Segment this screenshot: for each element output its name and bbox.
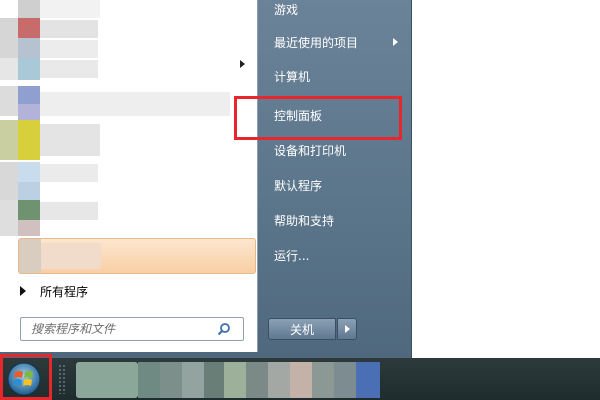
shutdown-button[interactable]: 关机 <box>268 318 336 340</box>
highlighted-program-item[interactable] <box>18 238 256 274</box>
shutdown-options-button[interactable] <box>337 318 357 340</box>
menu-item-label: 游戏 <box>274 2 299 17</box>
submenu-arrow-icon[interactable] <box>240 60 245 68</box>
pinned-programs-list[interactable] <box>0 0 258 278</box>
menu-item-label: 默认程序 <box>274 178 323 193</box>
menu-item-recent-items[interactable]: 最近使用的项目 <box>268 29 406 55</box>
start-menu: 所有程序 游戏 最近使用的项目 计算机 <box>0 0 412 360</box>
menu-item-label: 设备和打印机 <box>274 143 347 158</box>
control-panel-highlight-box <box>234 96 402 140</box>
taskbar-grip[interactable] <box>58 364 66 394</box>
desktop-screen: 所有程序 游戏 最近使用的项目 计算机 <box>0 0 600 400</box>
all-programs-item[interactable]: 所有程序 <box>10 280 254 302</box>
menu-item-run[interactable]: 运行... <box>268 242 406 268</box>
menu-item-label: 最近使用的项目 <box>274 35 359 50</box>
taskbar-pinned-apps[interactable] <box>76 362 382 398</box>
shutdown-label: 关机 <box>289 322 314 337</box>
menu-item-label: 运行... <box>274 248 310 263</box>
expand-triangle-icon <box>20 286 26 296</box>
start-menu-programs-pane: 所有程序 <box>0 0 258 352</box>
search-button[interactable] <box>213 319 235 339</box>
menu-item-games[interactable]: 游戏 <box>268 0 406 22</box>
menu-item-help-support[interactable]: 帮助和支持 <box>268 207 406 233</box>
menu-item-label: 帮助和支持 <box>274 213 335 228</box>
submenu-arrow-icon <box>393 38 398 46</box>
start-button-highlight-box <box>0 354 52 400</box>
menu-item-devices-printers[interactable]: 设备和打印机 <box>268 137 406 163</box>
chevron-right-icon <box>344 325 350 333</box>
search-input[interactable] <box>21 322 213 336</box>
start-menu-places-pane: 游戏 最近使用的项目 计算机 控制面板 设备和打印机 默认程序 帮助和支持 运行… <box>262 0 410 352</box>
all-programs-label: 所有程序 <box>40 284 89 299</box>
search-icon <box>217 323 230 336</box>
menu-item-label: 计算机 <box>274 69 311 84</box>
menu-item-computer[interactable]: 计算机 <box>268 63 406 89</box>
menu-item-default-programs[interactable]: 默认程序 <box>268 172 406 198</box>
search-box[interactable] <box>20 317 244 341</box>
